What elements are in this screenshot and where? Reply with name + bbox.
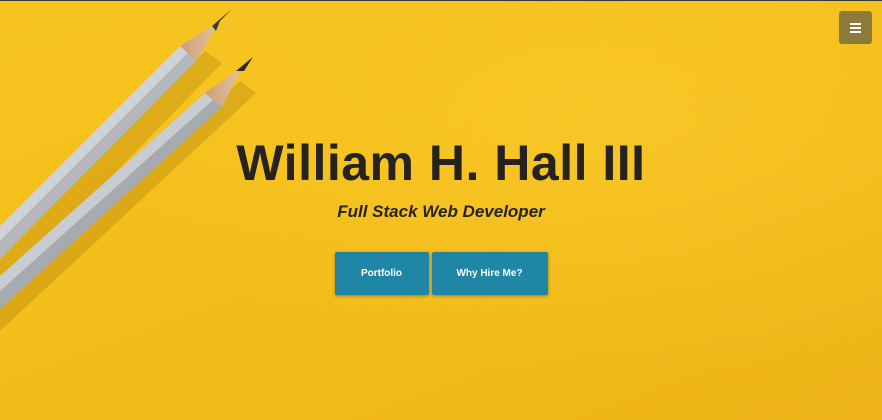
hero-content: William H. Hall III Full Stack Web Devel… <box>0 133 882 295</box>
hero-name: William H. Hall III <box>236 135 646 191</box>
portfolio-button[interactable]: Portfolio <box>334 252 429 295</box>
hero-subtitle: Full Stack Web Developer <box>337 202 545 221</box>
menu-button[interactable] <box>839 11 872 44</box>
hero-actions: Portfolio Why Hire Me? <box>0 252 882 295</box>
hamburger-icon <box>850 22 861 33</box>
why-hire-me-button[interactable]: Why Hire Me? <box>431 252 548 295</box>
hero-section: William H. Hall III Full Stack Web Devel… <box>0 0 882 420</box>
